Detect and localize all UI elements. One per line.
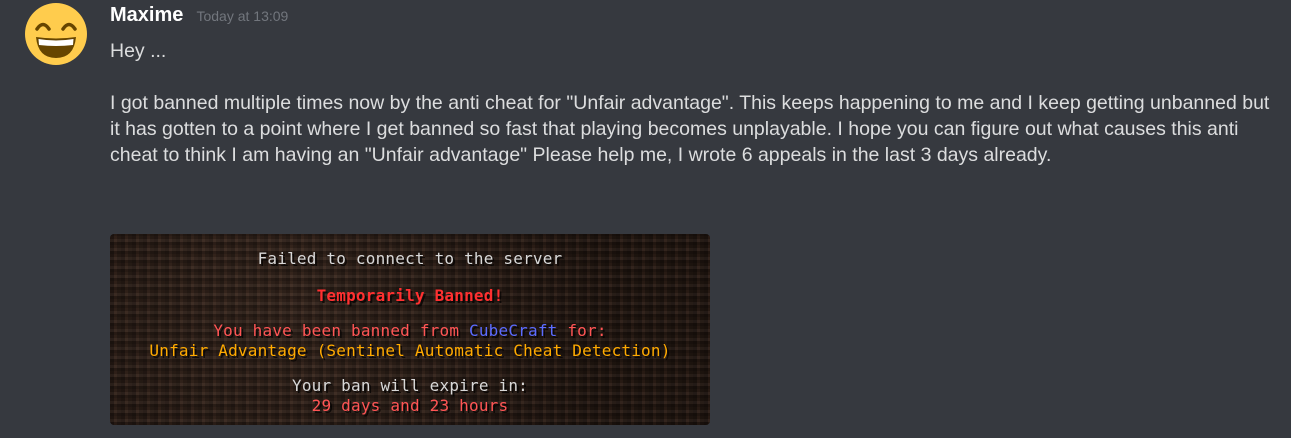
mc-expire-time: 29 days and 23 hours bbox=[311, 396, 509, 415]
mc-server-name: CubeCraft bbox=[468, 321, 558, 340]
message-text: Hey ... I got banned multiple times now … bbox=[110, 40, 1270, 166]
image-attachment[interactable]: Failed to connect to the server Temporar… bbox=[110, 234, 710, 425]
mc-ban-reason: Unfair Advantage (Sentinel Automatic Che… bbox=[149, 341, 671, 360]
mc-ban-suffix: for: bbox=[557, 321, 607, 340]
user-avatar[interactable] bbox=[24, 2, 88, 66]
chat-message: Maxime Today at 13:09 Hey ... I got bann… bbox=[0, 0, 1291, 438]
grinning-face-emoji-icon bbox=[25, 3, 87, 65]
message-header: Maxime Today at 13:09 bbox=[110, 4, 288, 27]
mc-ban-reason-line: You have been banned from CubeCraft for: bbox=[110, 321, 710, 340]
mc-banned-title: Temporarily Banned! bbox=[316, 286, 504, 305]
mc-ban-prefix: You have been banned from bbox=[213, 321, 469, 340]
mc-expire-label: Your ban will expire in: bbox=[292, 376, 528, 395]
timestamp[interactable]: Today at 13:09 bbox=[196, 8, 288, 24]
mc-failed-connect-text: Failed to connect to the server bbox=[257, 249, 563, 268]
username[interactable]: Maxime bbox=[110, 4, 183, 26]
